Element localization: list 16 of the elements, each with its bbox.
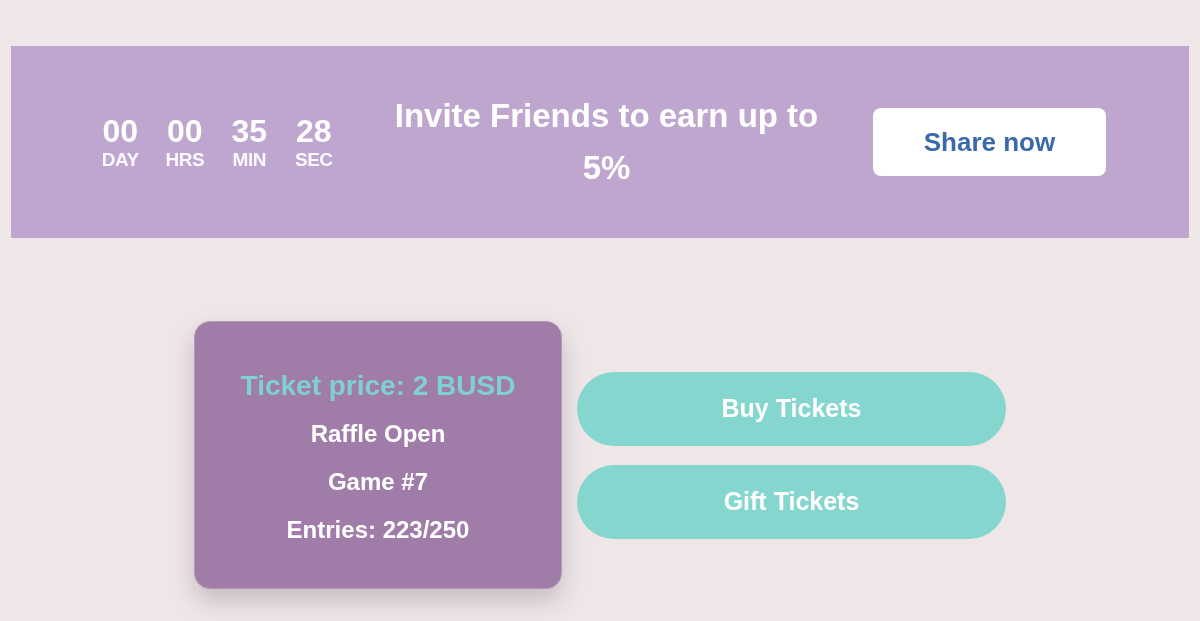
countdown-unit: HRS [165, 149, 205, 171]
countdown-value: 28 [295, 113, 332, 149]
share-now-button[interactable]: Share now [873, 108, 1106, 176]
ticket-action-button[interactable]: Gift Tickets [577, 464, 1006, 539]
countdown-value: 00 [102, 113, 139, 149]
countdown-unit: DAY [101, 149, 139, 171]
ticket-price-text: Ticket price: 2 BUSD [240, 369, 516, 403]
game-number-text: Game #7 [327, 467, 429, 497]
countdown-value: 00 [166, 113, 203, 149]
invite-text: Invite Friends to earn up to 5% [393, 96, 820, 188]
raffle-status-text: Raffle Open [310, 419, 446, 449]
countdown-unit: MIN [232, 149, 266, 171]
countdown-value: 35 [231, 113, 268, 149]
countdown-unit: SEC [294, 149, 333, 171]
entries-text: Entries: 223/250 [286, 515, 470, 545]
ticket-action-button[interactable]: Buy Tickets [577, 371, 1006, 446]
